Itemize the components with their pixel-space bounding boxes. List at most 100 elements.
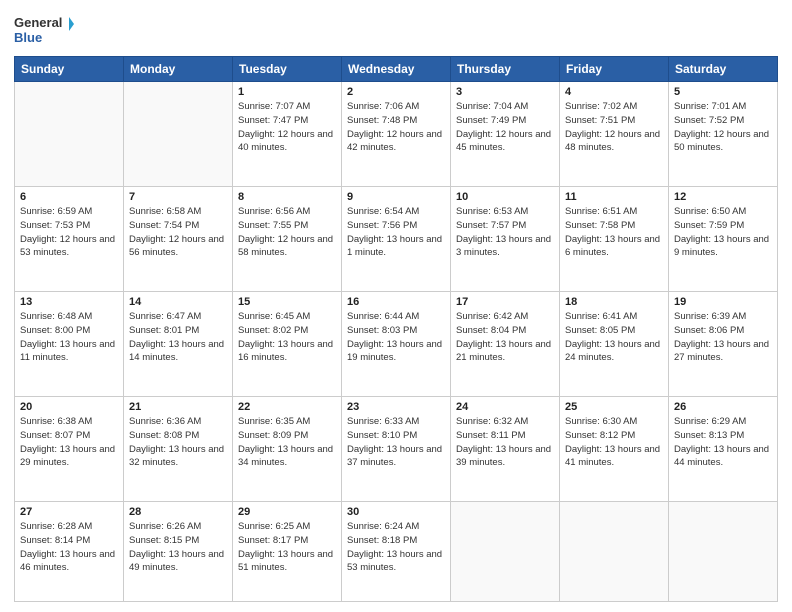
calendar-week-row: 13 Sunrise: 6:48 AM Sunset: 8:00 PM Dayli… xyxy=(15,292,778,397)
day-info: Sunrise: 6:53 AM Sunset: 7:57 PM Dayligh… xyxy=(456,205,554,260)
calendar-day-cell: 29 Sunrise: 6:25 AM Sunset: 8:17 PM Dayli… xyxy=(233,502,342,602)
day-of-week-header: Saturday xyxy=(669,57,778,82)
day-info: Sunrise: 6:33 AM Sunset: 8:10 PM Dayligh… xyxy=(347,415,445,470)
day-info: Sunrise: 6:59 AM Sunset: 7:53 PM Dayligh… xyxy=(20,205,118,260)
calendar-day-cell: 22 Sunrise: 6:35 AM Sunset: 8:09 PM Dayli… xyxy=(233,397,342,502)
day-number: 16 xyxy=(347,296,445,308)
day-number: 17 xyxy=(456,296,554,308)
day-number: 3 xyxy=(456,86,554,98)
calendar-day-cell: 7 Sunrise: 6:58 AM Sunset: 7:54 PM Daylig… xyxy=(124,187,233,292)
calendar-day-cell: 10 Sunrise: 6:53 AM Sunset: 7:57 PM Dayli… xyxy=(451,187,560,292)
calendar-day-cell: 24 Sunrise: 6:32 AM Sunset: 8:11 PM Dayli… xyxy=(451,397,560,502)
day-number: 14 xyxy=(129,296,227,308)
day-info: Sunrise: 6:25 AM Sunset: 8:17 PM Dayligh… xyxy=(238,520,336,575)
calendar-day-cell: 16 Sunrise: 6:44 AM Sunset: 8:03 PM Dayli… xyxy=(342,292,451,397)
day-info: Sunrise: 6:54 AM Sunset: 7:56 PM Dayligh… xyxy=(347,205,445,260)
day-info: Sunrise: 7:01 AM Sunset: 7:52 PM Dayligh… xyxy=(674,100,772,155)
day-info: Sunrise: 6:26 AM Sunset: 8:15 PM Dayligh… xyxy=(129,520,227,575)
day-info: Sunrise: 6:42 AM Sunset: 8:04 PM Dayligh… xyxy=(456,310,554,365)
day-of-week-header: Thursday xyxy=(451,57,560,82)
calendar-day-cell: 13 Sunrise: 6:48 AM Sunset: 8:00 PM Dayli… xyxy=(15,292,124,397)
day-number: 24 xyxy=(456,401,554,413)
day-of-week-header: Wednesday xyxy=(342,57,451,82)
calendar-day-cell: 12 Sunrise: 6:50 AM Sunset: 7:59 PM Dayli… xyxy=(669,187,778,292)
day-number: 12 xyxy=(674,191,772,203)
day-number: 18 xyxy=(565,296,663,308)
day-info: Sunrise: 7:07 AM Sunset: 7:47 PM Dayligh… xyxy=(238,100,336,155)
calendar-day-cell: 1 Sunrise: 7:07 AM Sunset: 7:47 PM Daylig… xyxy=(233,82,342,187)
calendar-day-cell: 3 Sunrise: 7:04 AM Sunset: 7:49 PM Daylig… xyxy=(451,82,560,187)
day-info: Sunrise: 7:04 AM Sunset: 7:49 PM Dayligh… xyxy=(456,100,554,155)
day-number: 11 xyxy=(565,191,663,203)
header: General Blue xyxy=(14,12,778,48)
day-number: 6 xyxy=(20,191,118,203)
svg-text:Blue: Blue xyxy=(14,30,42,45)
calendar-week-row: 20Sunrise: 6:38 AM Sunset: 8:07 PM Dayli… xyxy=(15,397,778,502)
day-number: 1 xyxy=(238,86,336,98)
day-number: 22 xyxy=(238,401,336,413)
day-number: 23 xyxy=(347,401,445,413)
calendar-day-cell: 17 Sunrise: 6:42 AM Sunset: 8:04 PM Dayli… xyxy=(451,292,560,397)
day-info: Sunrise: 6:48 AM Sunset: 8:00 PM Dayligh… xyxy=(20,310,118,365)
day-number: 20 xyxy=(20,401,118,413)
svg-text:General: General xyxy=(14,15,62,30)
calendar-week-row: 1 Sunrise: 7:07 AM Sunset: 7:47 PM Daylig… xyxy=(15,82,778,187)
calendar-day-cell: 23 Sunrise: 6:33 AM Sunset: 8:10 PM Dayli… xyxy=(342,397,451,502)
calendar-day-cell: 20Sunrise: 6:38 AM Sunset: 8:07 PM Dayli… xyxy=(15,397,124,502)
calendar-week-row: 27 Sunrise: 6:28 AM Sunset: 8:14 PM Dayli… xyxy=(15,502,778,602)
day-number: 26 xyxy=(674,401,772,413)
day-number: 19 xyxy=(674,296,772,308)
calendar-day-cell xyxy=(669,502,778,602)
day-number: 10 xyxy=(456,191,554,203)
day-number: 9 xyxy=(347,191,445,203)
calendar-day-cell: 15Sunrise: 6:45 AM Sunset: 8:02 PM Dayli… xyxy=(233,292,342,397)
day-number: 27 xyxy=(20,506,118,518)
day-number: 7 xyxy=(129,191,227,203)
day-number: 21 xyxy=(129,401,227,413)
day-info: Sunrise: 6:45 AM Sunset: 8:02 PM Dayligh… xyxy=(238,310,336,365)
calendar-day-cell xyxy=(15,82,124,187)
day-info: Sunrise: 6:56 AM Sunset: 7:55 PM Dayligh… xyxy=(238,205,336,260)
day-number: 5 xyxy=(674,86,772,98)
calendar-day-cell xyxy=(560,502,669,602)
calendar-day-cell xyxy=(451,502,560,602)
calendar-day-cell: 8Sunrise: 6:56 AM Sunset: 7:55 PM Daylig… xyxy=(233,187,342,292)
calendar-day-cell: 26 Sunrise: 6:29 AM Sunset: 8:13 PM Dayli… xyxy=(669,397,778,502)
day-info: Sunrise: 6:32 AM Sunset: 8:11 PM Dayligh… xyxy=(456,415,554,470)
calendar-day-cell: 6 Sunrise: 6:59 AM Sunset: 7:53 PM Daylig… xyxy=(15,187,124,292)
calendar-day-cell: 11 Sunrise: 6:51 AM Sunset: 7:58 PM Dayli… xyxy=(560,187,669,292)
day-of-week-header: Friday xyxy=(560,57,669,82)
logo-svg: General Blue xyxy=(14,12,74,48)
day-info: Sunrise: 6:44 AM Sunset: 8:03 PM Dayligh… xyxy=(347,310,445,365)
day-of-week-header: Sunday xyxy=(15,57,124,82)
day-info: Sunrise: 6:51 AM Sunset: 7:58 PM Dayligh… xyxy=(565,205,663,260)
calendar-day-cell: 27 Sunrise: 6:28 AM Sunset: 8:14 PM Dayli… xyxy=(15,502,124,602)
calendar-day-cell: 19Sunrise: 6:39 AM Sunset: 8:06 PM Dayli… xyxy=(669,292,778,397)
day-number: 29 xyxy=(238,506,336,518)
day-number: 13 xyxy=(20,296,118,308)
calendar-header-row: SundayMondayTuesdayWednesdayThursdayFrid… xyxy=(15,57,778,82)
day-info: Sunrise: 6:29 AM Sunset: 8:13 PM Dayligh… xyxy=(674,415,772,470)
day-info: Sunrise: 6:30 AM Sunset: 8:12 PM Dayligh… xyxy=(565,415,663,470)
day-info: Sunrise: 6:58 AM Sunset: 7:54 PM Dayligh… xyxy=(129,205,227,260)
day-number: 28 xyxy=(129,506,227,518)
day-number: 2 xyxy=(347,86,445,98)
day-info: Sunrise: 6:35 AM Sunset: 8:09 PM Dayligh… xyxy=(238,415,336,470)
day-info: Sunrise: 7:06 AM Sunset: 7:48 PM Dayligh… xyxy=(347,100,445,155)
calendar-week-row: 6 Sunrise: 6:59 AM Sunset: 7:53 PM Daylig… xyxy=(15,187,778,292)
calendar-day-cell: 14Sunrise: 6:47 AM Sunset: 8:01 PM Dayli… xyxy=(124,292,233,397)
day-info: Sunrise: 6:24 AM Sunset: 8:18 PM Dayligh… xyxy=(347,520,445,575)
calendar-day-cell: 21 Sunrise: 6:36 AM Sunset: 8:08 PM Dayli… xyxy=(124,397,233,502)
day-info: Sunrise: 6:28 AM Sunset: 8:14 PM Dayligh… xyxy=(20,520,118,575)
calendar-table: SundayMondayTuesdayWednesdayThursdayFrid… xyxy=(14,56,778,602)
logo: General Blue xyxy=(14,12,74,48)
calendar-day-cell: 30 Sunrise: 6:24 AM Sunset: 8:18 PM Dayli… xyxy=(342,502,451,602)
calendar-day-cell: 25 Sunrise: 6:30 AM Sunset: 8:12 PM Dayli… xyxy=(560,397,669,502)
day-info: Sunrise: 7:02 AM Sunset: 7:51 PM Dayligh… xyxy=(565,100,663,155)
day-number: 25 xyxy=(565,401,663,413)
calendar-day-cell: 5 Sunrise: 7:01 AM Sunset: 7:52 PM Daylig… xyxy=(669,82,778,187)
day-info: Sunrise: 6:50 AM Sunset: 7:59 PM Dayligh… xyxy=(674,205,772,260)
calendar-day-cell: 2 Sunrise: 7:06 AM Sunset: 7:48 PM Daylig… xyxy=(342,82,451,187)
day-number: 30 xyxy=(347,506,445,518)
day-info: Sunrise: 6:36 AM Sunset: 8:08 PM Dayligh… xyxy=(129,415,227,470)
